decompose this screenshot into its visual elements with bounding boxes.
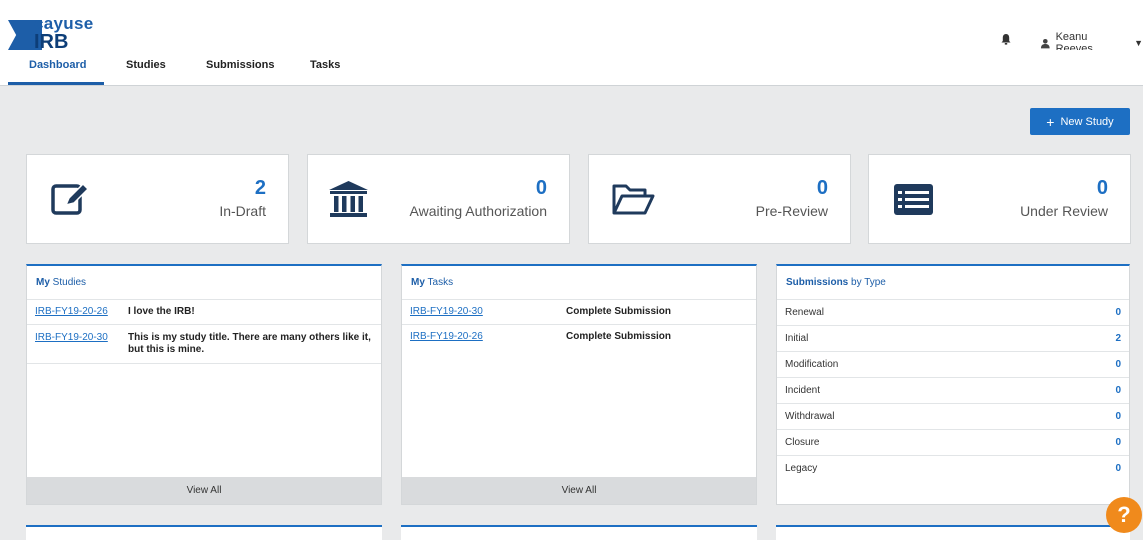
top-bar: cayuse IRB Keanu Reeves ▼ <box>0 0 1143 55</box>
my-studies-panel: My Studies IRB-FY19-20-26 I love the IRB… <box>26 264 382 505</box>
submission-type: Renewal <box>785 307 824 318</box>
help-button[interactable]: ? <box>1106 497 1142 533</box>
submission-type: Incident <box>785 385 821 396</box>
submissions-by-type-panel: Submissions by Type Renewal 0 Initial 2 Mo… <box>776 264 1130 505</box>
bottom-panel-studies <box>401 525 757 540</box>
submission-count: 0 <box>1115 437 1121 448</box>
new-study-label: New Study <box>1060 115 1114 128</box>
list-item[interactable]: Renewal 0 <box>777 300 1129 326</box>
list-item[interactable]: Incident 0 <box>777 378 1129 404</box>
main-nav: Dashboard Studies Submissions Tasks <box>0 50 1143 86</box>
my-tasks-panel: My Tasks IRB-FY19-20-30 Complete Submiss… <box>401 264 757 505</box>
stat-card-pre-review[interactable]: 0 Pre-Review <box>588 154 851 244</box>
stat-label: Awaiting Authorization <box>409 203 548 219</box>
bottom-panel-approved <box>26 525 382 540</box>
stat-label: In-Draft <box>219 203 266 219</box>
task-name: Complete Submission <box>566 331 672 342</box>
tab-submissions[interactable]: Submissions <box>206 59 274 71</box>
study-link[interactable]: IRB-FY19-20-30 <box>35 332 128 356</box>
view-all-button[interactable]: View All <box>402 477 756 504</box>
submission-type: Closure <box>785 437 820 448</box>
folder-open-icon <box>612 184 655 215</box>
stat-card-awaiting-authorization[interactable]: 0 Awaiting Authorization <box>307 154 570 244</box>
table-row: IRB-FY19-20-30 Complete Submission <box>402 300 756 325</box>
stat-label: Pre-Review <box>755 203 828 219</box>
stat-count: 0 <box>1096 177 1108 199</box>
caret-down-icon: ▼ <box>1134 38 1143 48</box>
plus-icon: + <box>1046 113 1055 130</box>
submission-count: 0 <box>1115 359 1121 370</box>
stat-card-under-review[interactable]: 0 Under Review <box>868 154 1131 244</box>
view-all-button[interactable]: View All <box>27 477 381 504</box>
study-link[interactable]: IRB-FY19-20-30 <box>410 306 566 318</box>
tab-tasks[interactable]: Tasks <box>310 59 340 71</box>
stat-card-in-draft[interactable]: 2 In-Draft <box>26 154 289 244</box>
tab-studies[interactable]: Studies <box>126 59 166 71</box>
table-row: IRB-FY19-20-26 Complete Submission <box>402 325 756 349</box>
stat-count: 0 <box>535 177 547 199</box>
submission-type: Modification <box>785 359 839 370</box>
study-title: This is my study title. There are many o… <box>128 332 371 355</box>
table-row: IRB-FY19-20-30 This is my study title. T… <box>27 325 381 364</box>
submission-count: 2 <box>1115 333 1121 344</box>
submission-count: 0 <box>1115 385 1121 396</box>
study-link[interactable]: IRB-FY19-20-26 <box>410 331 566 343</box>
panel-title: My Tasks <box>402 266 756 300</box>
submission-count: 0 <box>1115 411 1121 422</box>
stat-count: 0 <box>816 177 828 199</box>
panel-title: Submissions by Type <box>777 266 1129 300</box>
submission-type: Withdrawal <box>785 411 835 422</box>
list-item[interactable]: Initial 2 <box>777 326 1129 352</box>
user-icon <box>1040 38 1050 48</box>
stat-label: Under Review <box>1020 203 1108 219</box>
task-name: Complete Submission <box>566 306 672 317</box>
bottom-panel-expired <box>776 525 1130 540</box>
submission-count: 0 <box>1115 307 1121 318</box>
list-item[interactable]: Modification 0 <box>777 352 1129 378</box>
panel-title: My Studies <box>27 266 381 300</box>
list-item[interactable]: Legacy 0 <box>777 456 1129 482</box>
study-link[interactable]: IRB-FY19-20-26 <box>35 306 128 318</box>
list-item[interactable]: Withdrawal 0 <box>777 404 1129 430</box>
list-item[interactable]: Closure 0 <box>777 430 1129 456</box>
edit-icon <box>51 182 90 215</box>
active-tab-indicator <box>8 82 104 85</box>
new-study-button[interactable]: + New Study <box>1030 108 1130 135</box>
bell-icon[interactable] <box>1000 33 1012 45</box>
submission-type: Initial <box>785 333 809 344</box>
list-icon <box>894 184 933 215</box>
study-title: I love the IRB! <box>128 306 195 317</box>
submission-count: 0 <box>1115 463 1121 474</box>
stat-count: 2 <box>254 177 266 199</box>
table-row: IRB-FY19-20-26 I love the IRB! <box>27 300 381 325</box>
bank-icon <box>329 181 368 217</box>
submission-type: Legacy <box>785 463 818 474</box>
tab-dashboard[interactable]: Dashboard <box>29 59 86 71</box>
cayuse-irb-logo[interactable]: cayuse IRB <box>8 14 118 54</box>
